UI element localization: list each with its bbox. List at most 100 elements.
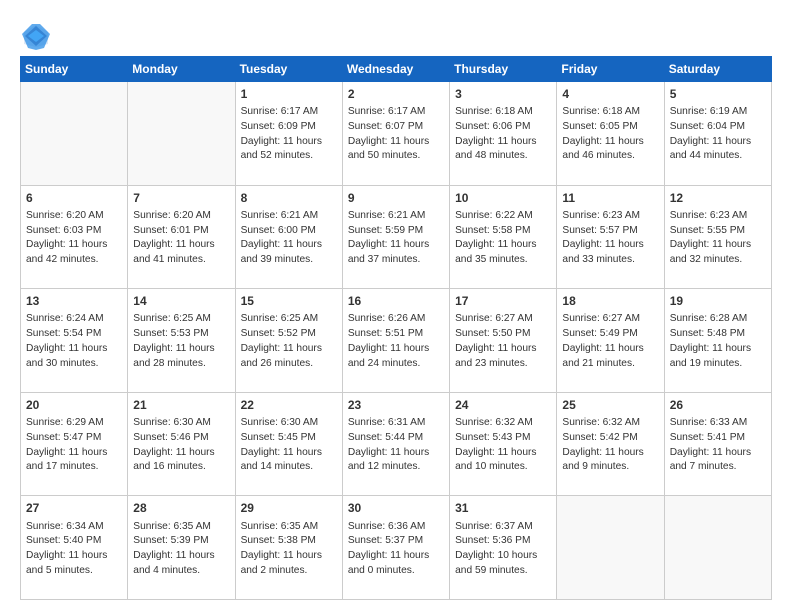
day-number: 26 xyxy=(670,397,766,413)
day-number: 16 xyxy=(348,293,444,309)
day-number: 18 xyxy=(562,293,658,309)
calendar-day-cell: 29 Sunrise: 6:35 AM Sunset: 5:38 PM Dayli… xyxy=(235,496,342,600)
calendar-day-cell: 15Sunrise: 6:25 AM Sunset: 5:52 PM Dayli… xyxy=(235,289,342,393)
calendar-day-cell: 3 Sunrise: 6:18 AM Sunset: 6:06 PM Daylig… xyxy=(450,82,557,186)
calendar-day-cell: 31Sunrise: 6:37 AM Sunset: 5:36 PM Dayli… xyxy=(450,496,557,600)
calendar-day-cell: 25 Sunrise: 6:32 AM Sunset: 5:42 PM Dayli… xyxy=(557,392,664,496)
header xyxy=(20,18,772,46)
day-info: Sunrise: 6:28 AM Sunset: 5:48 PM Dayligh… xyxy=(670,313,751,368)
day-number: 14 xyxy=(133,293,229,309)
logo-icon xyxy=(22,22,50,50)
day-number: 4 xyxy=(562,86,658,102)
day-info: Sunrise: 6:21 AM Sunset: 6:00 PM Dayligh… xyxy=(241,210,322,265)
weekday-header: Tuesday xyxy=(235,57,342,82)
calendar-day-cell xyxy=(557,496,664,600)
day-info: Sunrise: 6:23 AM Sunset: 5:57 PM Dayligh… xyxy=(562,210,643,265)
day-number: 23 xyxy=(348,397,444,413)
day-number: 27 xyxy=(26,500,122,516)
day-number: 1 xyxy=(241,86,337,102)
day-info: Sunrise: 6:36 AM Sunset: 5:37 PM Dayligh… xyxy=(348,521,429,576)
calendar-day-cell: 28 Sunrise: 6:35 AM Sunset: 5:39 PM Dayli… xyxy=(128,496,235,600)
calendar-day-cell: 5Sunrise: 6:19 AM Sunset: 6:04 PM Daylig… xyxy=(664,82,771,186)
day-info: Sunrise: 6:32 AM Sunset: 5:42 PM Dayligh… xyxy=(562,417,643,472)
day-info: Sunrise: 6:19 AM Sunset: 6:04 PM Dayligh… xyxy=(670,106,751,161)
day-info: Sunrise: 6:27 AM Sunset: 5:49 PM Dayligh… xyxy=(562,313,643,368)
day-info: Sunrise: 6:29 AM Sunset: 5:47 PM Dayligh… xyxy=(26,417,107,472)
day-info: Sunrise: 6:35 AM Sunset: 5:38 PM Dayligh… xyxy=(241,521,322,576)
day-info: Sunrise: 6:18 AM Sunset: 6:06 PM Dayligh… xyxy=(455,106,536,161)
calendar-day-cell: 13 Sunrise: 6:24 AM Sunset: 5:54 PM Dayli… xyxy=(21,289,128,393)
weekday-header: Sunday xyxy=(21,57,128,82)
day-info: Sunrise: 6:17 AM Sunset: 6:07 PM Dayligh… xyxy=(348,106,429,161)
calendar-table: SundayMondayTuesdayWednesdayThursdayFrid… xyxy=(20,56,772,600)
calendar-day-cell: 14 Sunrise: 6:25 AM Sunset: 5:53 PM Dayli… xyxy=(128,289,235,393)
weekday-header: Saturday xyxy=(664,57,771,82)
calendar-week-row: 20 Sunrise: 6:29 AM Sunset: 5:47 PM Dayli… xyxy=(21,392,772,496)
calendar-day-cell: 17Sunrise: 6:27 AM Sunset: 5:50 PM Dayli… xyxy=(450,289,557,393)
calendar-day-cell: 19 Sunrise: 6:28 AM Sunset: 5:48 PM Dayli… xyxy=(664,289,771,393)
calendar-day-cell: 10 Sunrise: 6:22 AM Sunset: 5:58 PM Dayli… xyxy=(450,185,557,289)
day-info: Sunrise: 6:17 AM Sunset: 6:09 PM Dayligh… xyxy=(241,106,322,161)
calendar-week-row: 13 Sunrise: 6:24 AM Sunset: 5:54 PM Dayli… xyxy=(21,289,772,393)
calendar-day-cell: 11 Sunrise: 6:23 AM Sunset: 5:57 PM Dayli… xyxy=(557,185,664,289)
calendar-day-cell: 7 Sunrise: 6:20 AM Sunset: 6:01 PM Daylig… xyxy=(128,185,235,289)
calendar-day-cell xyxy=(21,82,128,186)
calendar-day-cell: 27 Sunrise: 6:34 AM Sunset: 5:40 PM Dayli… xyxy=(21,496,128,600)
calendar-header-row: SundayMondayTuesdayWednesdayThursdayFrid… xyxy=(21,57,772,82)
calendar-day-cell: 12Sunrise: 6:23 AM Sunset: 5:55 PM Dayli… xyxy=(664,185,771,289)
page: SundayMondayTuesdayWednesdayThursdayFrid… xyxy=(0,0,792,612)
calendar-day-cell: 1 Sunrise: 6:17 AM Sunset: 6:09 PM Daylig… xyxy=(235,82,342,186)
day-info: Sunrise: 6:24 AM Sunset: 5:54 PM Dayligh… xyxy=(26,313,107,368)
day-number: 6 xyxy=(26,190,122,206)
calendar-week-row: 1 Sunrise: 6:17 AM Sunset: 6:09 PM Daylig… xyxy=(21,82,772,186)
calendar-day-cell: 4 Sunrise: 6:18 AM Sunset: 6:05 PM Daylig… xyxy=(557,82,664,186)
day-info: Sunrise: 6:30 AM Sunset: 5:46 PM Dayligh… xyxy=(133,417,214,472)
day-number: 3 xyxy=(455,86,551,102)
calendar-day-cell: 23Sunrise: 6:31 AM Sunset: 5:44 PM Dayli… xyxy=(342,392,449,496)
day-number: 8 xyxy=(241,190,337,206)
day-number: 11 xyxy=(562,190,658,206)
day-number: 22 xyxy=(241,397,337,413)
day-info: Sunrise: 6:25 AM Sunset: 5:53 PM Dayligh… xyxy=(133,313,214,368)
calendar-day-cell: 2 Sunrise: 6:17 AM Sunset: 6:07 PM Daylig… xyxy=(342,82,449,186)
calendar-day-cell: 6 Sunrise: 6:20 AM Sunset: 6:03 PM Daylig… xyxy=(21,185,128,289)
day-info: Sunrise: 6:20 AM Sunset: 6:03 PM Dayligh… xyxy=(26,210,107,265)
day-info: Sunrise: 6:35 AM Sunset: 5:39 PM Dayligh… xyxy=(133,521,214,576)
day-number: 12 xyxy=(670,190,766,206)
day-number: 25 xyxy=(562,397,658,413)
day-info: Sunrise: 6:22 AM Sunset: 5:58 PM Dayligh… xyxy=(455,210,536,265)
calendar-day-cell: 30 Sunrise: 6:36 AM Sunset: 5:37 PM Dayli… xyxy=(342,496,449,600)
calendar-day-cell: 21Sunrise: 6:30 AM Sunset: 5:46 PM Dayli… xyxy=(128,392,235,496)
day-info: Sunrise: 6:26 AM Sunset: 5:51 PM Dayligh… xyxy=(348,313,429,368)
day-info: Sunrise: 6:30 AM Sunset: 5:45 PM Dayligh… xyxy=(241,417,322,472)
calendar-day-cell: 16 Sunrise: 6:26 AM Sunset: 5:51 PM Dayli… xyxy=(342,289,449,393)
day-number: 24 xyxy=(455,397,551,413)
weekday-header: Wednesday xyxy=(342,57,449,82)
day-info: Sunrise: 6:20 AM Sunset: 6:01 PM Dayligh… xyxy=(133,210,214,265)
weekday-header: Thursday xyxy=(450,57,557,82)
logo xyxy=(20,22,50,46)
day-number: 2 xyxy=(348,86,444,102)
day-number: 30 xyxy=(348,500,444,516)
day-info: Sunrise: 6:33 AM Sunset: 5:41 PM Dayligh… xyxy=(670,417,751,472)
day-number: 19 xyxy=(670,293,766,309)
calendar-day-cell xyxy=(128,82,235,186)
calendar-day-cell: 8 Sunrise: 6:21 AM Sunset: 6:00 PM Daylig… xyxy=(235,185,342,289)
day-info: Sunrise: 6:34 AM Sunset: 5:40 PM Dayligh… xyxy=(26,521,107,576)
day-number: 10 xyxy=(455,190,551,206)
calendar-day-cell: 9Sunrise: 6:21 AM Sunset: 5:59 PM Daylig… xyxy=(342,185,449,289)
day-number: 28 xyxy=(133,500,229,516)
calendar-week-row: 27 Sunrise: 6:34 AM Sunset: 5:40 PM Dayli… xyxy=(21,496,772,600)
day-info: Sunrise: 6:18 AM Sunset: 6:05 PM Dayligh… xyxy=(562,106,643,161)
day-number: 7 xyxy=(133,190,229,206)
day-number: 20 xyxy=(26,397,122,413)
weekday-header: Friday xyxy=(557,57,664,82)
day-number: 31 xyxy=(455,500,551,516)
day-number: 13 xyxy=(26,293,122,309)
calendar-day-cell: 26 Sunrise: 6:33 AM Sunset: 5:41 PM Dayli… xyxy=(664,392,771,496)
day-number: 9 xyxy=(348,190,444,206)
day-number: 29 xyxy=(241,500,337,516)
day-number: 17 xyxy=(455,293,551,309)
calendar-day-cell: 20 Sunrise: 6:29 AM Sunset: 5:47 PM Dayli… xyxy=(21,392,128,496)
calendar-week-row: 6 Sunrise: 6:20 AM Sunset: 6:03 PM Daylig… xyxy=(21,185,772,289)
